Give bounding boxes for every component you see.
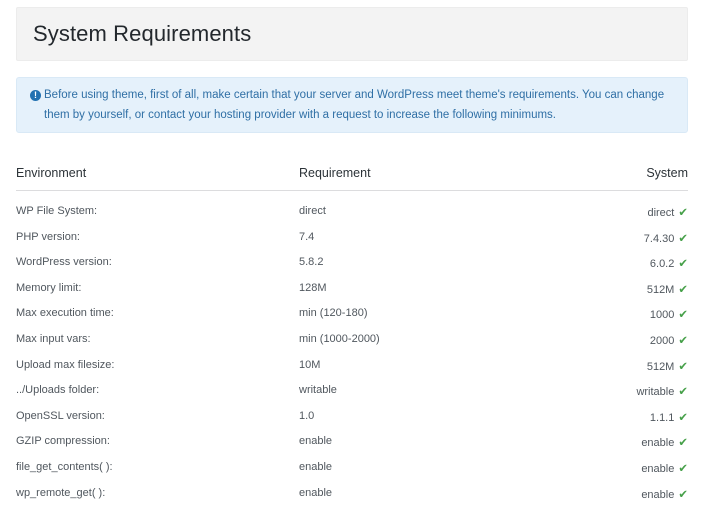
info-icon: ! [30,90,41,101]
requirement-cell: 10M [299,358,321,371]
environment-cell: Max execution time: [16,307,114,320]
header-requirement: Requirement [299,166,371,180]
requirement-cell: direct [299,205,326,217]
environment-cell: OpenSSL version: [16,409,105,422]
requirements-notice: ! Before using theme, first of all, make… [16,77,688,133]
environment-cell: Max input vars: [16,332,91,345]
requirement-cell: 7.4 [299,230,315,243]
table-body: WP File System: direct direct ✔ PHP version:… [16,191,688,501]
environment-cell: Upload max filesize: [16,358,115,371]
table-row: Memory limit: 128M 512M ✔ [16,268,688,296]
environment-cell: WordPress version: [16,256,112,269]
table-row: file_get_contents( ): enable enable ✔ [16,447,688,475]
page-title: System Requirements [33,21,252,46]
notice-text: Before using theme, first of all, make c… [44,89,665,121]
header-environment: Environment [16,166,87,180]
table-row: Max input vars: min (1000-2000) 2000 ✔ [16,319,688,347]
table-row: Upload max filesize: 10M 512M ✔ [16,345,688,373]
requirement-cell: enable [299,435,333,448]
requirement-cell: 1.0 [299,409,315,422]
environment-cell: wp_remote_get( ): [16,486,106,499]
requirement-cell: min (1000-2000) [299,332,380,345]
table-row: WordPress version: 5.8.2 6.0.2 ✔ [16,242,688,270]
environment-cell: Memory limit: [16,281,82,294]
system-value: enable [641,488,675,501]
requirement-cell: 5.8.2 [299,256,324,269]
requirement-cell: writable [299,384,337,397]
requirements-table: Environment Requirement System WP File S… [16,160,688,501]
header-system: System [646,166,688,180]
check-icon: ✔ [678,488,688,501]
table-row: OpenSSL version: 1.0 1.1.1 ✔ [16,396,688,424]
table-header: Environment Requirement System [16,160,688,191]
page-header: System Requirements [16,7,688,61]
environment-cell: ../Uploads folder: [16,384,100,397]
environment-cell: PHP version: [16,230,80,243]
table-row: GZIP compression: enable enable ✔ [16,421,688,449]
system-cell: enable ✔ [641,487,688,501]
requirement-cell: enable [299,460,333,473]
table-row: WP File System: direct direct ✔ [16,191,688,219]
table-row: Max execution time: min (120-180) 1000 ✔ [16,293,688,321]
environment-cell: file_get_contents( ): [16,460,113,473]
requirement-cell: min (120-180) [299,307,368,320]
table-row: wp_remote_get( ): enable enable ✔ [16,473,688,501]
environment-cell: WP File System: [16,205,98,217]
table-row: PHP version: 7.4 7.4.30 ✔ [16,217,688,245]
requirement-cell: enable [299,486,333,499]
table-row: ../Uploads folder: writable writable ✔ [16,370,688,398]
requirement-cell: 128M [299,281,327,294]
environment-cell: GZIP compression: [16,435,110,448]
